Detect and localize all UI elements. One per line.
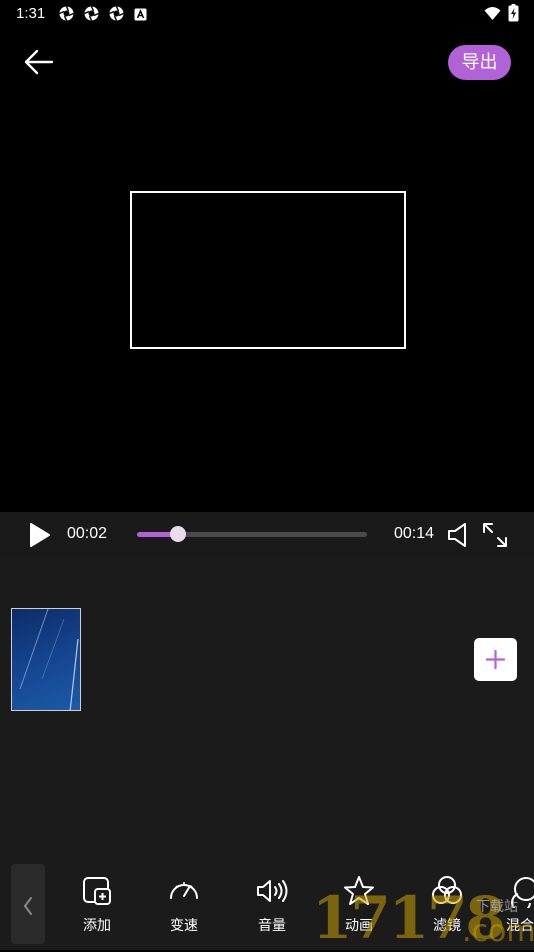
a-badge-icon xyxy=(134,6,149,21)
volume-button[interactable] xyxy=(446,521,472,549)
speaker-icon xyxy=(448,523,466,547)
tool-volume[interactable]: 音量 xyxy=(242,874,302,944)
aperture-icon xyxy=(109,6,124,21)
tool-animation-label: 动画 xyxy=(345,918,373,934)
play-button[interactable] xyxy=(28,522,52,548)
tool-animation[interactable]: 动画 xyxy=(329,874,389,944)
video-canvas-frame[interactable] xyxy=(130,191,406,349)
play-icon xyxy=(30,523,50,547)
export-button[interactable]: 导出 xyxy=(448,45,511,80)
status-bar: 1:31 xyxy=(0,0,534,27)
timeline-panel xyxy=(0,557,534,860)
progress-slider[interactable] xyxy=(137,526,367,542)
current-time: 00:02 xyxy=(67,525,108,542)
tool-filter[interactable]: 滤镜 xyxy=(417,874,477,944)
add-clip-button[interactable] xyxy=(474,638,517,681)
back-arrow-icon xyxy=(24,49,54,75)
toolbar-scroll-left-button[interactable] xyxy=(11,864,45,944)
volume-icon xyxy=(257,880,288,902)
total-time: 00:14 xyxy=(394,525,435,542)
tool-speed-label: 变速 xyxy=(170,918,198,934)
aperture-icon xyxy=(84,6,99,21)
tool-blend-label: 混合 xyxy=(506,918,534,934)
tool-volume-label: 音量 xyxy=(258,918,286,934)
battery-charging-icon xyxy=(508,4,523,22)
chevron-left-icon xyxy=(23,897,32,915)
fullscreen-icon xyxy=(483,523,507,547)
tool-filter-label: 滤镜 xyxy=(433,918,461,934)
video-preview[interactable] xyxy=(0,97,534,512)
filter-circles-icon xyxy=(432,876,462,904)
tool-blend[interactable]: 混合 xyxy=(496,874,534,944)
fullscreen-button[interactable] xyxy=(481,521,509,549)
playback-bar: 00:02 00:14 xyxy=(0,512,534,557)
back-button[interactable] xyxy=(20,45,60,81)
speedometer-icon xyxy=(170,882,198,899)
add-square-icon xyxy=(83,877,111,905)
wifi-icon xyxy=(484,6,501,21)
status-time: 1:31 xyxy=(16,5,46,22)
blend-icon xyxy=(511,877,534,908)
tool-add[interactable]: 添加 xyxy=(67,874,127,944)
aperture-icon xyxy=(59,6,74,21)
edit-toolbar: 添加 变速 音量 动画 滤镜 混合 xyxy=(0,860,534,950)
editor-header: 导出 xyxy=(0,27,534,97)
clip-thumbnail[interactable] xyxy=(11,608,81,711)
star-icon xyxy=(344,876,374,905)
tool-speed[interactable]: 变速 xyxy=(154,874,214,944)
plus-icon xyxy=(485,649,506,670)
progress-knob[interactable] xyxy=(170,526,187,542)
tool-add-label: 添加 xyxy=(83,918,111,934)
